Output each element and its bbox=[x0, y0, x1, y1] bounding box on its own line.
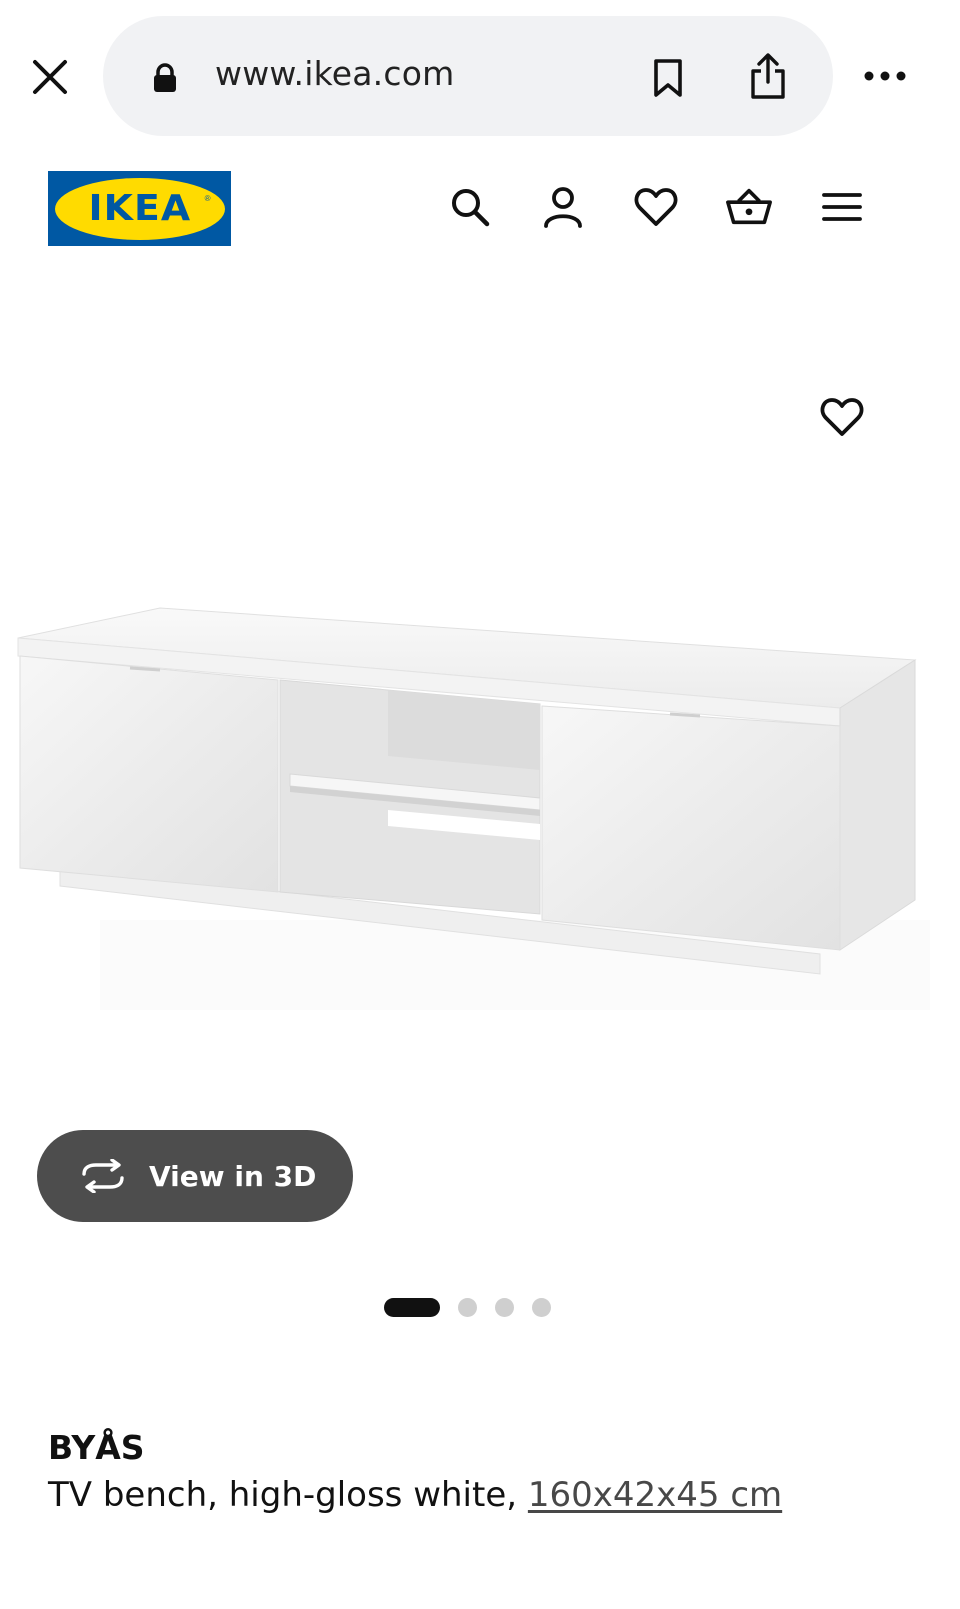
rotate-3d-icon bbox=[77, 1156, 129, 1196]
bookmark-button[interactable] bbox=[646, 54, 690, 102]
account-button[interactable] bbox=[539, 183, 587, 231]
logo-oval: IKEA ® bbox=[54, 177, 225, 240]
gallery-dot-4[interactable] bbox=[532, 1297, 551, 1317]
basket-button[interactable] bbox=[725, 183, 773, 231]
gallery-dot-2[interactable] bbox=[458, 1297, 477, 1317]
view-in-3d-label: View in 3D bbox=[149, 1159, 317, 1193]
bookmark-icon bbox=[654, 59, 682, 97]
view-in-3d-button[interactable]: View in 3D bbox=[37, 1130, 353, 1222]
account-icon bbox=[544, 187, 582, 228]
product-name: BYÅS bbox=[48, 1428, 145, 1467]
gallery-dot-3[interactable] bbox=[495, 1297, 514, 1317]
share-icon bbox=[751, 53, 785, 99]
basket-icon bbox=[726, 188, 772, 225]
heart-icon bbox=[634, 188, 678, 226]
product-description: TV bench, high-gloss white, 160x42x45 cm bbox=[48, 1475, 782, 1515]
logo-text: IKEA bbox=[88, 188, 191, 229]
menu-button[interactable] bbox=[818, 183, 866, 231]
search-button[interactable] bbox=[446, 183, 494, 231]
share-button[interactable] bbox=[745, 48, 791, 104]
gallery-dot-1[interactable] bbox=[384, 1297, 440, 1317]
product-image[interactable] bbox=[10, 590, 940, 1010]
url-text[interactable]: www.ikea.com bbox=[215, 54, 454, 93]
favourites-button[interactable] bbox=[632, 183, 680, 231]
more-icon bbox=[864, 71, 906, 81]
address-bar[interactable]: www.ikea.com bbox=[103, 16, 833, 136]
product-dimensions-link[interactable]: 160x42x45 cm bbox=[528, 1475, 782, 1515]
heart-icon bbox=[820, 398, 864, 436]
lock-icon bbox=[154, 63, 176, 92]
ikea-logo[interactable]: IKEA ® bbox=[48, 171, 231, 246]
menu-icon bbox=[822, 193, 862, 221]
more-options-button[interactable] bbox=[860, 60, 910, 92]
gallery-pagination bbox=[384, 1297, 551, 1317]
search-icon bbox=[452, 189, 490, 227]
logo-registered-mark: ® bbox=[204, 193, 211, 203]
close-button[interactable] bbox=[28, 55, 72, 99]
save-to-favourites-button[interactable] bbox=[816, 391, 868, 443]
close-icon bbox=[33, 60, 67, 94]
product-description-text: TV bench, high-gloss white, bbox=[48, 1475, 528, 1515]
browser-toolbar: www.ikea.com bbox=[0, 0, 960, 150]
